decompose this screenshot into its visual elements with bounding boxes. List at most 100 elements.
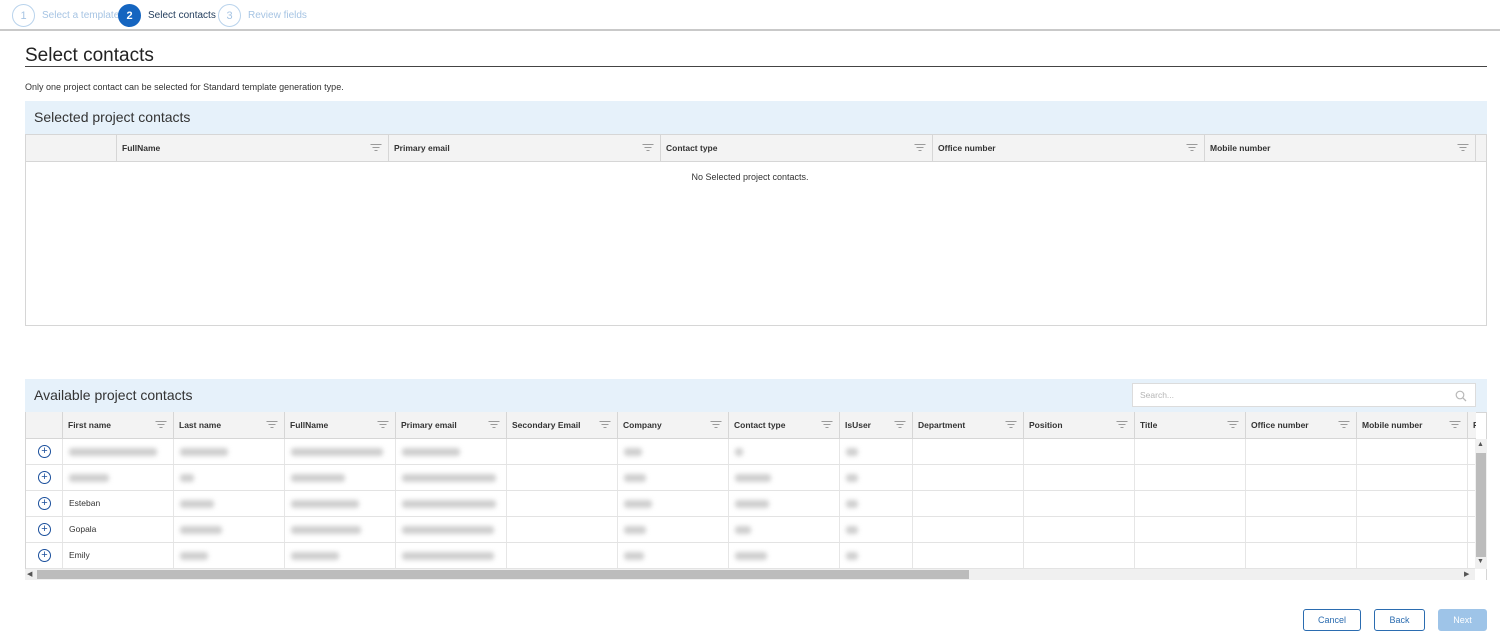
table-row[interactable]: + Emily xyxy=(26,543,1475,569)
add-contact-icon[interactable]: + xyxy=(38,445,51,458)
step-number: 2 xyxy=(118,4,141,27)
office-number-cell xyxy=(1246,439,1357,464)
step-label: Select contacts xyxy=(148,10,216,21)
column-header-title[interactable]: Title xyxy=(1135,412,1246,438)
column-header-office-number[interactable]: Office number xyxy=(933,135,1205,161)
column-header-mobile-number[interactable]: Mobile number xyxy=(1205,135,1476,161)
redacted-value xyxy=(291,526,361,534)
redacted-value xyxy=(180,500,214,508)
step-select-template[interactable]: 1 Select a template xyxy=(12,4,119,27)
redacted-value xyxy=(291,474,345,482)
column-header-label: Primary email xyxy=(394,143,450,153)
column-header-label: Position xyxy=(1029,420,1063,430)
redacted-value xyxy=(402,500,496,508)
filter-icon[interactable] xyxy=(1338,421,1349,429)
position-cell xyxy=(1024,543,1135,568)
redacted-value xyxy=(402,448,460,456)
column-header-first-name[interactable]: First name xyxy=(63,412,174,438)
filter-icon[interactable] xyxy=(642,144,653,152)
next-button[interactable]: Next xyxy=(1438,609,1487,631)
search-input[interactable] xyxy=(1140,390,1440,400)
filter-icon[interactable] xyxy=(370,144,381,152)
scroll-left-icon[interactable]: ◀ xyxy=(27,570,32,578)
search-field[interactable] xyxy=(1132,383,1476,407)
column-header-label: Primary email xyxy=(401,420,457,430)
table-row[interactable]: + xyxy=(26,465,1475,491)
mobile-number-cell xyxy=(1357,439,1468,464)
table-row[interactable]: + xyxy=(26,439,1475,465)
filter-icon[interactable] xyxy=(1116,421,1127,429)
horizontal-scrollbar[interactable]: ◀ ▶ xyxy=(25,569,1475,580)
mobile-number-cell xyxy=(1357,465,1468,490)
department-cell xyxy=(913,517,1024,542)
column-header-position[interactable]: Position xyxy=(1024,412,1135,438)
vertical-scrollbar[interactable]: ▲ ▼ xyxy=(1475,439,1487,569)
back-button[interactable]: Back xyxy=(1374,609,1425,631)
table-row[interactable]: + Esteban xyxy=(26,491,1475,517)
column-header-label: Office number xyxy=(1251,420,1309,430)
step-review-fields[interactable]: 3 Review fields xyxy=(218,4,307,27)
add-cell: + xyxy=(26,439,63,464)
filter-icon[interactable] xyxy=(1449,421,1460,429)
column-header-primary-email[interactable]: Primary email xyxy=(389,135,661,161)
header-spacer xyxy=(26,412,63,438)
vertical-scroll-thumb[interactable] xyxy=(1476,453,1486,557)
filter-icon[interactable] xyxy=(1005,421,1016,429)
office-number-cell xyxy=(1246,517,1357,542)
column-header-label: Mobile number xyxy=(1210,143,1271,153)
column-header-mobile-number[interactable]: Mobile number xyxy=(1357,412,1468,438)
selected-contacts-title: Selected project contacts xyxy=(34,109,191,125)
position-cell xyxy=(1024,465,1135,490)
filter-icon[interactable] xyxy=(894,421,905,429)
cancel-button[interactable]: Cancel xyxy=(1303,609,1361,631)
available-grid-header: First name Last name FullName Primary em… xyxy=(26,412,1476,439)
redacted-value xyxy=(735,500,769,508)
add-contact-icon[interactable]: + xyxy=(38,549,51,562)
filter-icon[interactable] xyxy=(488,421,499,429)
filter-icon[interactable] xyxy=(821,421,832,429)
redacted-value xyxy=(624,500,652,508)
filter-icon[interactable] xyxy=(1457,144,1468,152)
filter-icon[interactable] xyxy=(599,421,610,429)
search-icon[interactable] xyxy=(1455,390,1467,402)
column-header-department[interactable]: Department xyxy=(913,412,1024,438)
column-header-office-number[interactable]: Office number xyxy=(1246,412,1357,438)
filter-icon[interactable] xyxy=(155,421,166,429)
filter-icon[interactable] xyxy=(377,421,388,429)
add-contact-icon[interactable]: + xyxy=(38,523,51,536)
column-header-last-name[interactable]: Last name xyxy=(174,412,285,438)
column-header-truncated[interactable]: F xyxy=(1468,412,1476,438)
horizontal-scroll-thumb[interactable] xyxy=(37,570,969,579)
filter-icon[interactable] xyxy=(710,421,721,429)
column-header-label: FullName xyxy=(122,143,161,153)
contact-type-cell xyxy=(729,517,840,542)
column-header-secondary-email[interactable]: Secondary Email xyxy=(507,412,618,438)
column-header-contact-type[interactable]: Contact type xyxy=(661,135,933,161)
column-header-isuser[interactable]: IsUser xyxy=(840,412,913,438)
add-contact-icon[interactable]: + xyxy=(38,497,51,510)
step-number: 3 xyxy=(218,4,241,27)
last-name-cell xyxy=(174,465,285,490)
primary-email-cell xyxy=(396,543,507,568)
scroll-right-icon[interactable]: ▶ xyxy=(1464,570,1469,578)
column-header-contact-type[interactable]: Contact type xyxy=(729,412,840,438)
info-text: Only one project contact can be selected… xyxy=(25,82,344,92)
column-header-label: Last name xyxy=(179,420,222,430)
filter-icon[interactable] xyxy=(266,421,277,429)
add-contact-icon[interactable]: + xyxy=(38,471,51,484)
column-header-label: IsUser xyxy=(845,420,871,430)
scroll-down-icon[interactable]: ▼ xyxy=(1477,558,1484,565)
add-cell: + xyxy=(26,491,63,516)
table-row[interactable]: + Gopala xyxy=(26,517,1475,543)
filter-icon[interactable] xyxy=(914,144,925,152)
column-header-fullname[interactable]: FullName xyxy=(117,135,389,161)
column-header-primary-email[interactable]: Primary email xyxy=(396,412,507,438)
column-header-fullname[interactable]: FullName xyxy=(285,412,396,438)
step-select-contacts[interactable]: 2 Select contacts xyxy=(118,4,216,27)
step-label: Review fields xyxy=(248,10,307,21)
column-header-company[interactable]: Company xyxy=(618,412,729,438)
scroll-up-icon[interactable]: ▲ xyxy=(1477,441,1484,448)
filter-icon[interactable] xyxy=(1227,421,1238,429)
isuser-cell xyxy=(840,465,913,490)
filter-icon[interactable] xyxy=(1186,144,1197,152)
